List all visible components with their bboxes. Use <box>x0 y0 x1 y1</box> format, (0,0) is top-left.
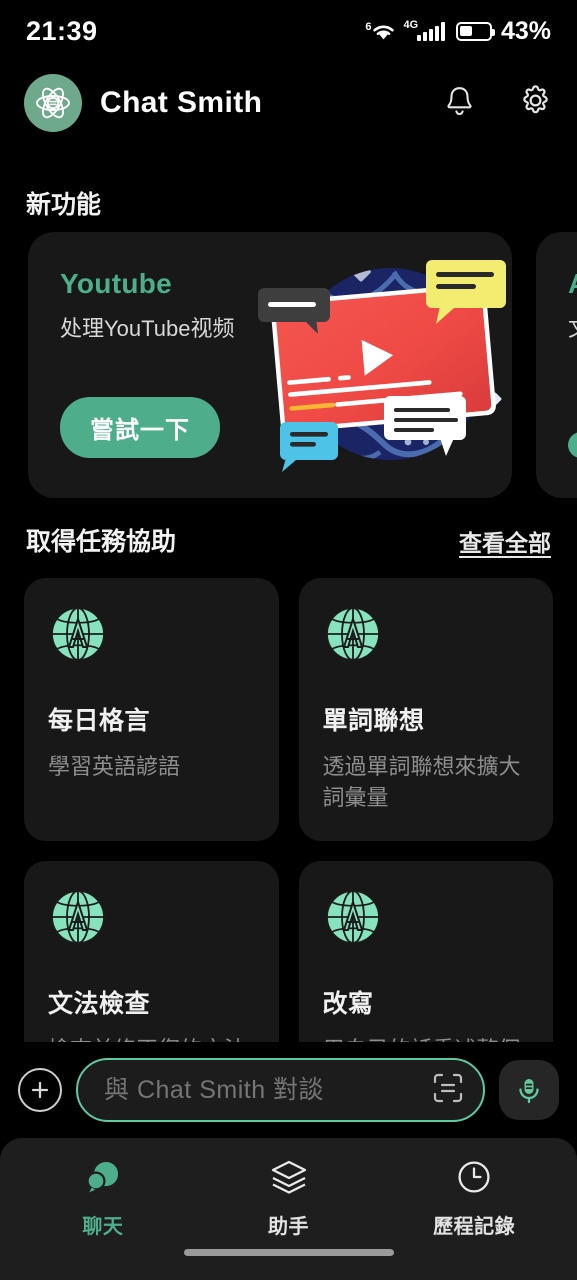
youtube-illustration <box>244 246 512 486</box>
battery-percent-label: 43% <box>500 16 551 45</box>
home-indicator-area <box>0 1246 577 1280</box>
feature-carousel[interactable]: Youtube 处理YouTube视频 嘗試一下 <box>0 232 577 498</box>
status-bar: 21:39 6 4G 43% <box>0 0 577 62</box>
gear-icon[interactable] <box>518 83 553 123</box>
feature-card-title: A <box>568 268 577 300</box>
app-header: Chat Smith <box>0 72 577 134</box>
clock-icon <box>454 1158 494 1201</box>
nav-item-chat[interactable]: 聊天 <box>10 1158 196 1239</box>
wifi-icon: 6 <box>365 21 397 42</box>
add-attachment-button[interactable] <box>18 1068 62 1112</box>
voice-input-button[interactable] <box>499 1060 559 1120</box>
bottom-area: 聊天 助手 歷程記 <box>0 1042 577 1280</box>
app-title: Chat Smith <box>100 86 263 119</box>
nav-label: 助手 <box>268 1215 309 1238</box>
layers-icon <box>269 1158 309 1201</box>
feature-try-button[interactable]: 嘗試一下 <box>60 397 220 458</box>
task-card[interactable]: 單詞聯想 透過單詞聯想來擴大詞彙量 <box>298 578 553 842</box>
task-title: 文法檢查 <box>48 990 151 1019</box>
plus-icon <box>31 1081 49 1099</box>
speech-bubble-cyan <box>280 422 338 472</box>
feature-try-button[interactable] <box>568 432 577 458</box>
feature-card-youtube[interactable]: Youtube 处理YouTube视频 嘗試一下 <box>28 232 512 498</box>
task-subtitle: 透過單詞聯想來擴大詞彙量 <box>322 754 521 811</box>
tasks-title: 取得任務協助 <box>26 528 177 556</box>
cellular-signal-icon: 4G <box>403 18 445 41</box>
see-all-link[interactable]: 查看全部 <box>459 524 551 558</box>
microphone-icon <box>519 1079 539 1104</box>
globe-letter-a-icon <box>48 890 108 951</box>
task-title: 改寫 <box>322 990 374 1019</box>
battery-icon <box>455 21 495 41</box>
chat-input-wrapper[interactable] <box>76 1058 485 1122</box>
app-screen: 21:39 6 4G 43% Chat Smith 新功能 Youtube 处理… <box>0 0 577 1280</box>
header-actions <box>443 83 553 123</box>
task-card[interactable]: 每日格言 學習英語諺語 <box>24 578 279 842</box>
text-scan-icon[interactable] <box>431 1071 465 1110</box>
bottom-navigation: 聊天 助手 歷程記錄 <box>0 1138 577 1246</box>
nav-item-history[interactable]: 歷程記錄 <box>381 1158 567 1239</box>
nav-label: 歷程記錄 <box>433 1215 516 1238</box>
task-subtitle: 學習英語諺語 <box>48 754 181 779</box>
tasks-header: 取得任務協助 查看全部 <box>0 522 577 558</box>
task-title: 單詞聯想 <box>322 707 425 735</box>
globe-letter-a-icon <box>323 607 383 668</box>
globe-letter-a-icon <box>48 607 108 668</box>
nav-label: 聊天 <box>82 1215 124 1238</box>
status-indicators: 6 4G 43% <box>365 17 551 46</box>
atom-icon <box>36 87 70 119</box>
chat-input[interactable] <box>104 1075 431 1105</box>
feature-card-subtitle: 文 <box>568 314 577 343</box>
globe-letter-a-icon <box>323 890 383 951</box>
task-title: 每日格言 <box>48 707 151 735</box>
chat-bubbles-icon <box>83 1158 123 1201</box>
app-logo <box>24 74 82 132</box>
home-indicator[interactable] <box>183 1249 394 1256</box>
new-features-header: 新功能 <box>0 185 577 221</box>
network-type-label: 4G <box>403 18 419 31</box>
signal-bars <box>417 21 445 41</box>
status-time: 21:39 <box>26 15 98 46</box>
composer-bar <box>0 1058 577 1138</box>
feature-card-next[interactable]: A 文 <box>536 232 577 498</box>
feature-card-text: A 文 <box>568 268 577 343</box>
bell-icon[interactable] <box>443 84 476 123</box>
new-features-title: 新功能 <box>26 191 102 219</box>
nav-item-assistant[interactable]: 助手 <box>196 1158 382 1239</box>
